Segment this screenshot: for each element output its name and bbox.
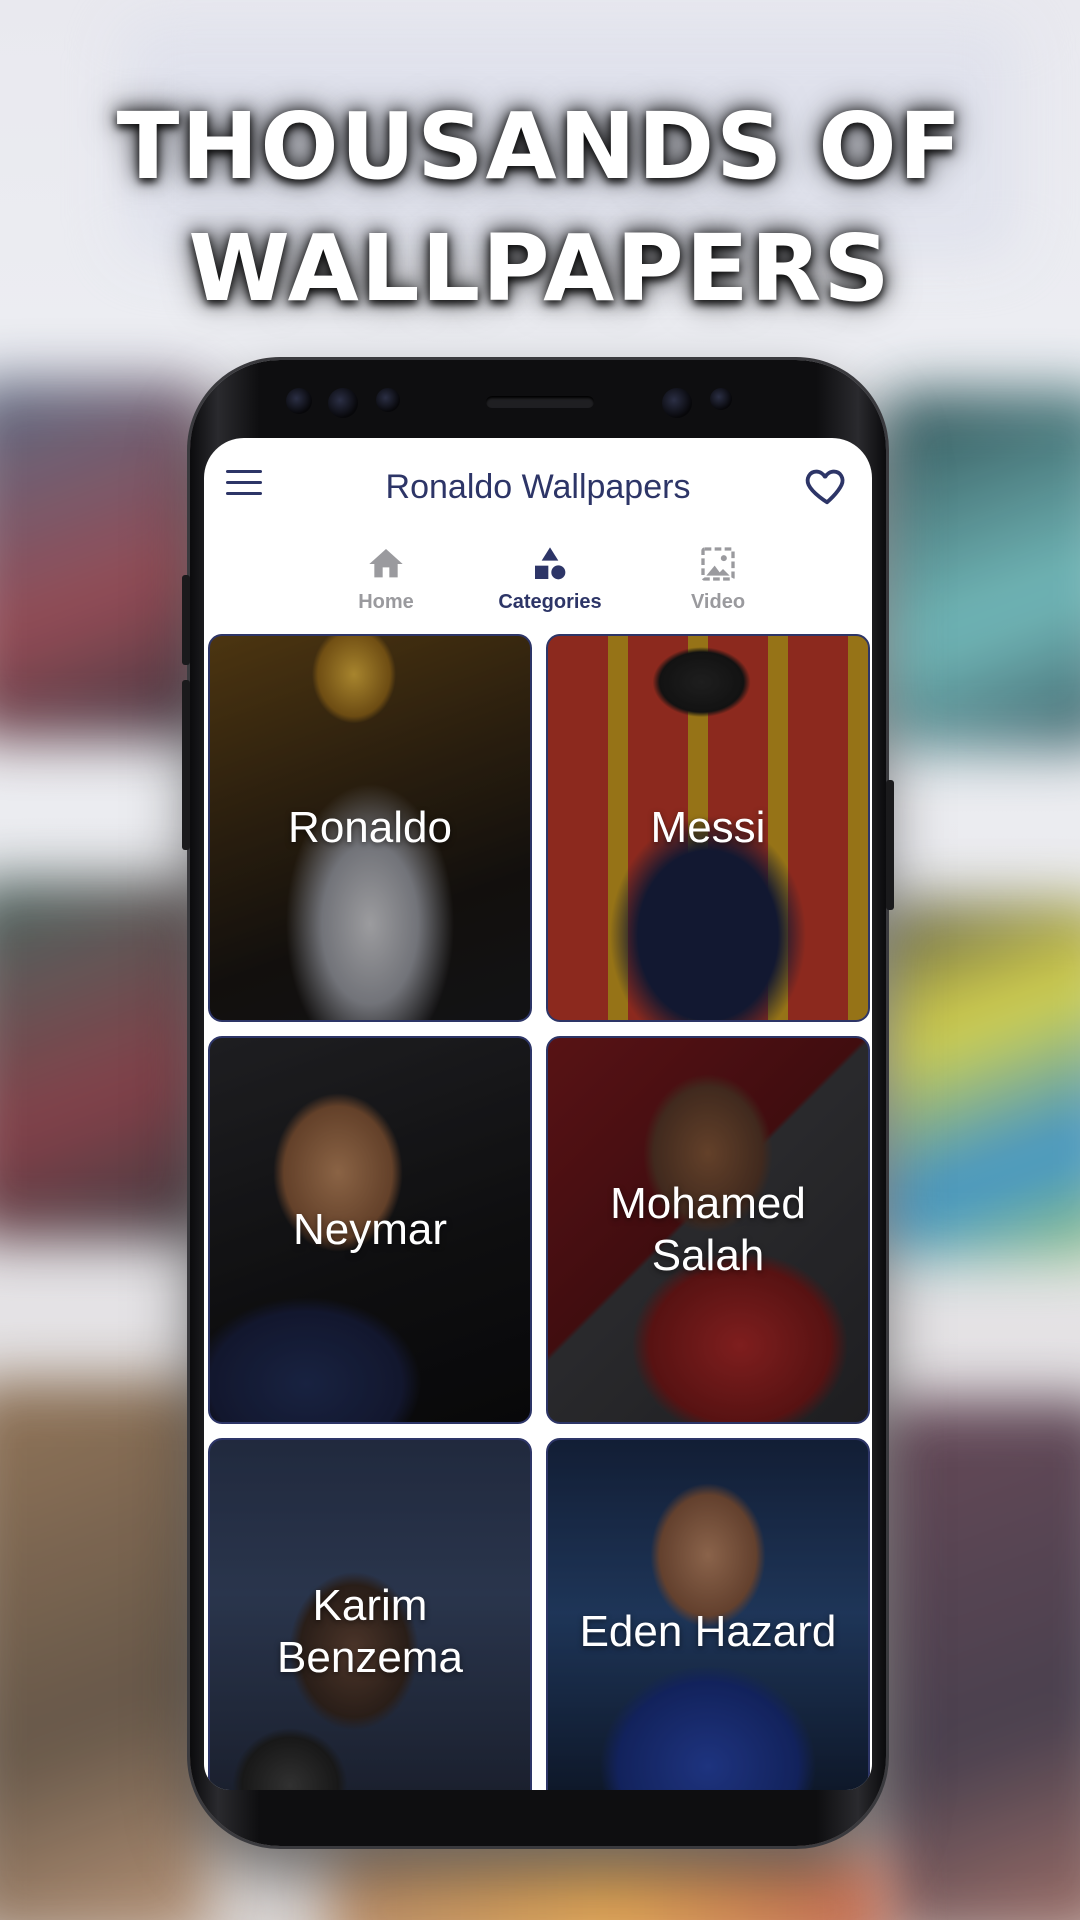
phone-sensor xyxy=(710,388,732,410)
category-label: Eden Hazard xyxy=(579,1607,837,1656)
heart-icon[interactable] xyxy=(804,462,850,508)
tab-home[interactable]: Home xyxy=(296,538,476,630)
categories-shapes-icon xyxy=(535,547,566,580)
category-card-eden-hazard[interactable]: Eden Hazard xyxy=(546,1438,870,1790)
app-bar: Ronaldo Wallpapers xyxy=(204,438,872,534)
video-image-icon xyxy=(701,547,735,581)
phone-frame: Ronaldo Wallpapers Home Categories Video… xyxy=(182,360,894,1846)
tab-label: Home xyxy=(358,591,414,613)
tab-label: Video xyxy=(690,591,746,613)
tab-bar: Home Categories Video xyxy=(204,538,872,630)
phone-sensor xyxy=(376,388,400,412)
headline-line-1: THOUSANDS OF xyxy=(116,93,964,200)
tab-video[interactable]: Video xyxy=(628,538,808,630)
category-label: Mohamed Salah xyxy=(610,1179,806,1280)
category-card-neymar[interactable]: Neymar xyxy=(208,1036,532,1424)
phone-speaker xyxy=(486,396,594,408)
category-card-messi[interactable]: Messi xyxy=(546,634,870,1022)
category-label: Karim Benzema xyxy=(277,1581,463,1682)
front-camera xyxy=(662,388,692,418)
category-card-karim-benzema[interactable]: Karim Benzema xyxy=(208,1438,532,1790)
home-icon xyxy=(369,549,403,578)
phone-sensor xyxy=(328,388,358,418)
category-card-ronaldo[interactable]: Ronaldo xyxy=(208,634,532,1022)
promo-headline: THOUSANDS OF WALLPAPERS xyxy=(0,86,1080,330)
phone-button xyxy=(182,575,190,665)
headline-line-2: WALLPAPERS xyxy=(188,215,892,322)
category-card-mohamed-salah[interactable]: Mohamed Salah xyxy=(546,1036,870,1424)
app-screen: Ronaldo Wallpapers Home Categories Video… xyxy=(204,438,872,1790)
category-label: Messi xyxy=(650,803,766,852)
phone-button xyxy=(886,780,894,910)
tab-label: Categories xyxy=(498,591,602,613)
category-label: Ronaldo xyxy=(288,803,452,852)
app-title: Ronaldo Wallpapers xyxy=(385,468,691,506)
tab-categories[interactable]: Categories xyxy=(460,538,640,630)
category-label: Neymar xyxy=(292,1205,448,1254)
phone-button xyxy=(182,680,190,850)
phone-sensor xyxy=(286,388,312,414)
